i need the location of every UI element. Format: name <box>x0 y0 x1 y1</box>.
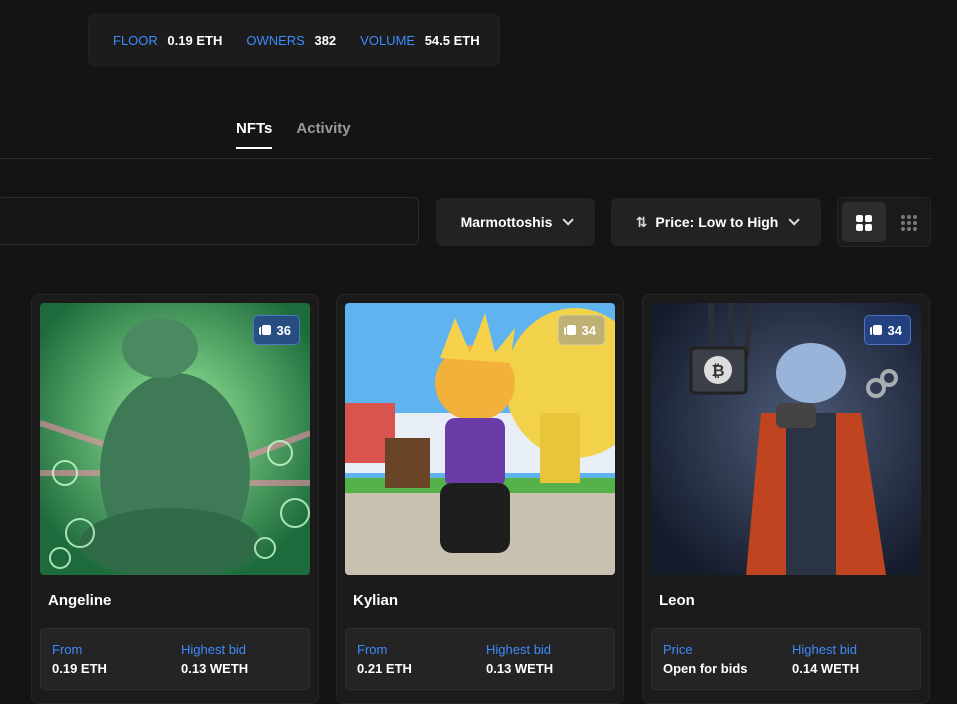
price-label: Price <box>663 642 693 657</box>
edition-count-badge: 34 <box>557 315 605 345</box>
nft-name: Kylian <box>353 592 399 609</box>
tab-activity[interactable]: Activity <box>296 120 350 149</box>
collection-filter-dropdown[interactable]: Marmottoshis <box>436 198 595 246</box>
nft-image: ₿ 34 <box>651 303 921 575</box>
large-grid-view-button[interactable] <box>842 202 886 242</box>
owners-label: OWNERS <box>246 32 305 48</box>
collection-stats: FLOOR 0.19 ETH OWNERS 382 VOLUME 54.5 ET… <box>88 14 500 66</box>
tabs-divider <box>0 158 931 159</box>
floor-stat: FLOOR 0.19 ETH <box>113 33 222 48</box>
nft-name: Leon <box>659 592 695 609</box>
chevron-down-icon <box>562 214 575 226</box>
collection-filter-label: Marmottoshis <box>460 214 553 230</box>
nft-image: 34 <box>345 303 615 575</box>
edition-count: 34 <box>887 322 902 338</box>
nft-card[interactable]: 36 Angeline From 0.19 ETH Highest bid 0.… <box>31 294 319 704</box>
highest-bid-value: 0.13 WETH <box>181 661 249 676</box>
highest-bid-value: 0.13 WETH <box>486 661 554 676</box>
copies-icon <box>563 325 576 335</box>
edition-count: 36 <box>276 322 291 338</box>
edition-count-badge: 34 <box>863 315 911 345</box>
nft-name: Angeline <box>48 592 112 609</box>
small-grid-view-button[interactable] <box>886 202 930 242</box>
volume-label: VOLUME <box>360 32 416 48</box>
price-box: Price Open for bids Highest bid 0.14 WET… <box>651 628 921 690</box>
edition-count: 34 <box>581 322 596 338</box>
price-value: 0.19 ETH <box>52 661 107 676</box>
copies-icon <box>869 325 882 335</box>
highest-bid-label: Highest bid <box>181 642 247 657</box>
price-label: From <box>52 642 83 657</box>
highest-bid-label: Highest bid <box>792 642 858 657</box>
nft-card[interactable]: 34 Kylian From 0.21 ETH Highest bid 0.13… <box>336 294 624 704</box>
owners-stat: OWNERS 382 <box>246 33 336 48</box>
svg-text:₿: ₿ <box>711 361 724 380</box>
floor-value: 0.19 ETH <box>167 32 223 48</box>
price-box: From 0.19 ETH Highest bid 0.13 WETH <box>40 628 310 690</box>
floor-label: FLOOR <box>113 32 158 48</box>
price-box: From 0.21 ETH Highest bid 0.13 WETH <box>345 628 615 690</box>
tab-bar: NFTs Activity <box>236 120 375 149</box>
nft-image: 36 <box>40 303 310 575</box>
sort-arrows-icon: ⇅ <box>635 213 648 230</box>
owners-value: 382 <box>314 32 337 48</box>
copies-icon <box>258 325 271 335</box>
tab-nfts[interactable]: NFTs <box>236 120 273 149</box>
sort-label: Price: Low to High <box>655 214 779 230</box>
search-input[interactable] <box>0 197 419 245</box>
price-value: Open for bids <box>663 661 748 676</box>
volume-value: 54.5 ETH <box>424 32 480 48</box>
volume-stat: VOLUME 54.5 ETH <box>360 33 479 48</box>
view-toggle <box>837 197 931 247</box>
edition-count-badge: 36 <box>252 315 300 345</box>
large-grid-icon <box>856 215 872 231</box>
highest-bid-label: Highest bid <box>486 642 552 657</box>
nft-card[interactable]: ₿ 34 Leon Price Open for bids Highest bi… <box>642 294 930 704</box>
price-value: 0.21 ETH <box>357 661 412 676</box>
chevron-down-icon <box>788 214 801 226</box>
small-grid-icon <box>901 215 917 231</box>
price-label: From <box>357 642 388 657</box>
highest-bid-value: 0.14 WETH <box>792 661 860 676</box>
sort-dropdown[interactable]: ⇅ Price: Low to High <box>611 198 821 246</box>
